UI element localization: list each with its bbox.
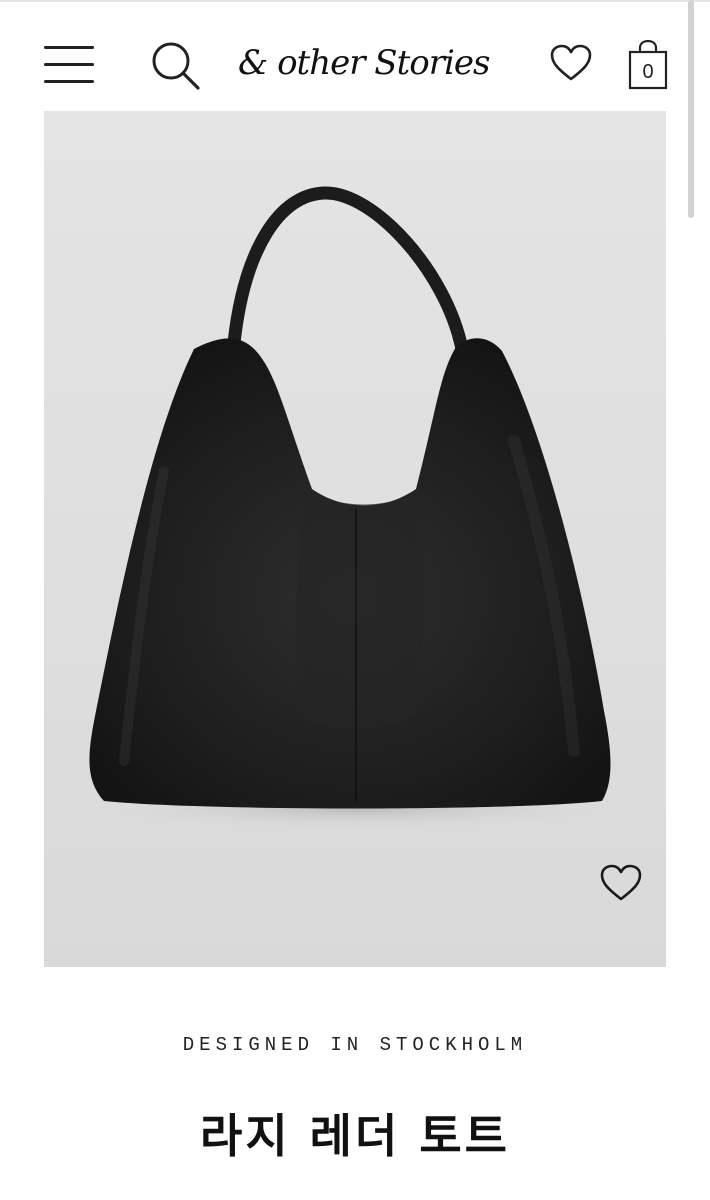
menu-button[interactable]	[44, 44, 94, 86]
product-tagline: DESIGNED IN STOCKHOLM	[182, 1034, 528, 1056]
search-icon	[152, 42, 200, 90]
menu-icon	[44, 46, 94, 49]
menu-icon-bar	[44, 63, 94, 66]
black-leather-hobo-bag	[76, 186, 636, 831]
shopping-bag-button[interactable]: 0	[628, 39, 668, 90]
product-favorite-button[interactable]	[600, 863, 642, 903]
heart-icon	[600, 864, 642, 901]
bag-count: 0	[642, 61, 654, 83]
product-title: 라지 레더 토트	[200, 1109, 510, 1163]
search-button[interactable]	[150, 40, 202, 92]
brand-logo[interactable]: & other Stories	[238, 38, 490, 88]
heart-icon	[550, 44, 592, 81]
menu-icon-bar	[44, 80, 94, 83]
product-image[interactable]	[44, 111, 666, 967]
wishlist-button[interactable]	[550, 44, 592, 82]
site-header: & other Stories 0	[0, 0, 690, 112]
